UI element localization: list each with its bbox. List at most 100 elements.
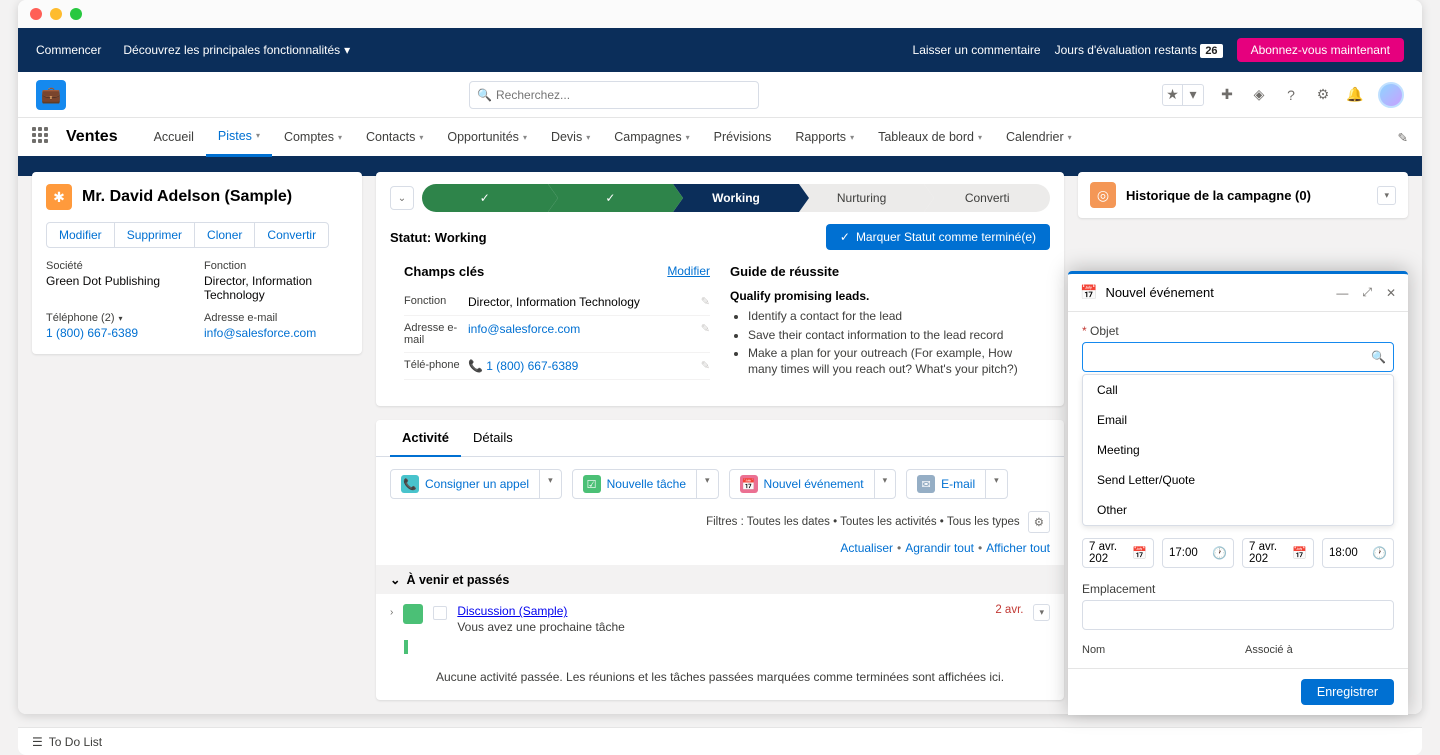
show-all-link[interactable]: Afficher tout <box>986 541 1050 555</box>
start-date-input[interactable]: 7 avr. 202📅 <box>1082 538 1154 568</box>
function-label: Fonction <box>204 260 348 272</box>
campaign-history-title[interactable]: Historique de la campagne (0) <box>1126 188 1367 203</box>
log-call-button[interactable]: 📞Consigner un appel <box>391 470 539 498</box>
minimize-window-dot[interactable] <box>50 8 62 20</box>
mark-status-complete-button[interactable]: ✓Marquer Statut comme terminé(e) <box>826 224 1050 250</box>
subject-option-call[interactable]: Call <box>1083 375 1393 405</box>
nav-calendrier[interactable]: Calendrier▾ <box>994 117 1084 157</box>
nav-campagnes[interactable]: Campagnes▾ <box>602 117 701 157</box>
path-stage-2[interactable]: ✓ <box>548 184 674 212</box>
subscribe-button[interactable]: Abonnez-vous maintenant <box>1237 38 1404 62</box>
email-button[interactable]: ✉E-mail <box>907 470 985 498</box>
expand-modal-icon[interactable]: ⤢ <box>1362 285 1372 300</box>
email-dropdown[interactable]: ▾ <box>985 470 1007 498</box>
global-search-input[interactable] <box>469 81 759 109</box>
notifications-bell-icon[interactable]: 🔔 <box>1346 86 1364 104</box>
minimize-modal-icon[interactable]: — <box>1336 286 1348 300</box>
clock-icon: 🕐 <box>1212 546 1227 560</box>
phone-label[interactable]: Téléphone (2) ▾ <box>46 312 190 324</box>
salesforce-help-icon[interactable]: ◈ <box>1250 86 1268 104</box>
caret-down-icon: ▾ <box>119 314 123 323</box>
nav-comptes[interactable]: Comptes▾ <box>272 117 354 157</box>
task-checkbox[interactable] <box>433 606 447 620</box>
subject-input[interactable] <box>1082 342 1394 372</box>
path-collapse-toggle[interactable]: ⌄ <box>390 186 414 210</box>
topbar-trial: Jours d'évaluation restants 26 <box>1055 43 1223 57</box>
upcoming-section-header[interactable]: ⌄À venir et passés <box>376 565 1064 594</box>
nav-devis[interactable]: Devis▾ <box>539 117 602 157</box>
nav-tableaux[interactable]: Tableaux de bord▾ <box>866 117 994 157</box>
kf-email[interactable]: info@salesforce.com <box>468 322 580 336</box>
subject-option-letter[interactable]: Send Letter/Quote <box>1083 465 1393 495</box>
path-stage-nurturing[interactable]: Nurturing <box>799 184 925 212</box>
app-logo-icon[interactable]: 💼 <box>36 80 66 110</box>
favorites-icon[interactable]: ★ <box>1163 85 1183 105</box>
location-label: Emplacement <box>1082 582 1394 596</box>
refresh-link[interactable]: Actualiser <box>840 541 893 555</box>
subject-label: * Objet <box>1082 324 1394 338</box>
topbar-discover[interactable]: Découvrez les principales fonctionnalité… <box>123 43 350 57</box>
close-window-dot[interactable] <box>30 8 42 20</box>
edit-pencil-icon[interactable]: ✎ <box>701 359 710 373</box>
edit-pencil-icon[interactable]: ✎ <box>701 295 710 309</box>
help-icon[interactable]: ? <box>1282 86 1300 104</box>
timeline-item-title[interactable]: Discussion (Sample) <box>457 604 567 618</box>
expand-item-icon[interactable]: › <box>390 607 393 618</box>
new-event-button[interactable]: 📅Nouvel événement <box>730 470 874 498</box>
new-task-dropdown[interactable]: ▾ <box>696 470 718 498</box>
nav-previsions[interactable]: Prévisions <box>702 117 784 157</box>
phone-link[interactable]: 1 (800) 667-6389 <box>46 326 138 340</box>
lead-clone-button[interactable]: Cloner <box>195 223 255 247</box>
end-date-input[interactable]: 7 avr. 202📅 <box>1242 538 1314 568</box>
favorites-dropdown-icon[interactable]: ▾ <box>1183 85 1203 105</box>
edit-pencil-icon[interactable]: ✎ <box>701 322 710 346</box>
lead-convert-button[interactable]: Convertir <box>255 223 328 247</box>
subject-option-meeting[interactable]: Meeting <box>1083 435 1393 465</box>
calendar-icon: 📅 <box>1132 546 1147 560</box>
subject-option-other[interactable]: Other <box>1083 495 1393 525</box>
campaign-menu[interactable]: ▾ <box>1377 186 1396 205</box>
keyfields-edit-link[interactable]: Modifier <box>667 264 710 279</box>
new-task-button[interactable]: ☑Nouvelle tâche <box>573 470 696 498</box>
end-time-input[interactable]: 18:00🕐 <box>1322 538 1394 568</box>
guide-subtitle: Qualify promising leads. <box>730 289 1036 303</box>
path-stage-1[interactable]: ✓ <box>422 184 548 212</box>
tab-activite[interactable]: Activité <box>390 420 461 457</box>
expand-all-link[interactable]: Agrandir tout <box>905 541 974 555</box>
maximize-window-dot[interactable] <box>70 8 82 20</box>
app-launcher-icon[interactable] <box>32 127 52 147</box>
add-icon[interactable]: ✚ <box>1218 86 1236 104</box>
start-time-input[interactable]: 17:00🕐 <box>1162 538 1234 568</box>
setup-gear-icon[interactable]: ⚙ <box>1314 86 1332 104</box>
filters-gear-icon[interactable]: ⚙ <box>1028 511 1050 533</box>
topbar-comment[interactable]: Laisser un commentaire <box>913 43 1041 57</box>
nav-accueil[interactable]: Accueil <box>142 117 206 157</box>
subject-dropdown: Call Email Meeting Send Letter/Quote Oth… <box>1082 374 1394 526</box>
nav-rapports[interactable]: Rapports▾ <box>783 117 866 157</box>
lead-delete-button[interactable]: Supprimer <box>115 223 195 247</box>
save-button[interactable]: Enregistrer <box>1301 679 1394 705</box>
timeline-connector <box>404 640 408 654</box>
log-call-dropdown[interactable]: ▾ <box>539 470 561 498</box>
lead-edit-button[interactable]: Modifier <box>47 223 115 247</box>
topbar-start[interactable]: Commencer <box>36 43 101 57</box>
nav-contacts[interactable]: Contacts▾ <box>354 117 435 157</box>
nav-opportunites[interactable]: Opportunités▾ <box>435 117 539 157</box>
nav-pistes[interactable]: Pistes▾ <box>206 117 272 157</box>
tab-details[interactable]: Détails <box>461 420 525 456</box>
timeline-item-subtitle: Vous avez une prochaine tâche <box>457 620 985 634</box>
new-event-dropdown[interactable]: ▾ <box>874 470 896 498</box>
subject-option-email[interactable]: Email <box>1083 405 1393 435</box>
location-input[interactable] <box>1082 600 1394 630</box>
path-stage-converti[interactable]: Converti <box>924 184 1050 212</box>
email-link[interactable]: info@salesforce.com <box>204 326 316 340</box>
close-modal-icon[interactable]: ✕ <box>1386 286 1396 300</box>
search-icon[interactable]: 🔍 <box>1371 350 1386 364</box>
path-stage-working[interactable]: Working <box>673 184 799 212</box>
kf-phone[interactable]: 📞 1 (800) 667-6389 <box>468 359 578 373</box>
user-avatar[interactable] <box>1378 82 1404 108</box>
lead-title: Mr. David Adelson (Sample) <box>82 188 292 206</box>
edit-nav-pencil-icon[interactable]: ✎ <box>1398 130 1408 145</box>
email-label: Adresse e-mail <box>204 312 348 324</box>
timeline-item-menu[interactable]: ▾ <box>1033 604 1050 621</box>
